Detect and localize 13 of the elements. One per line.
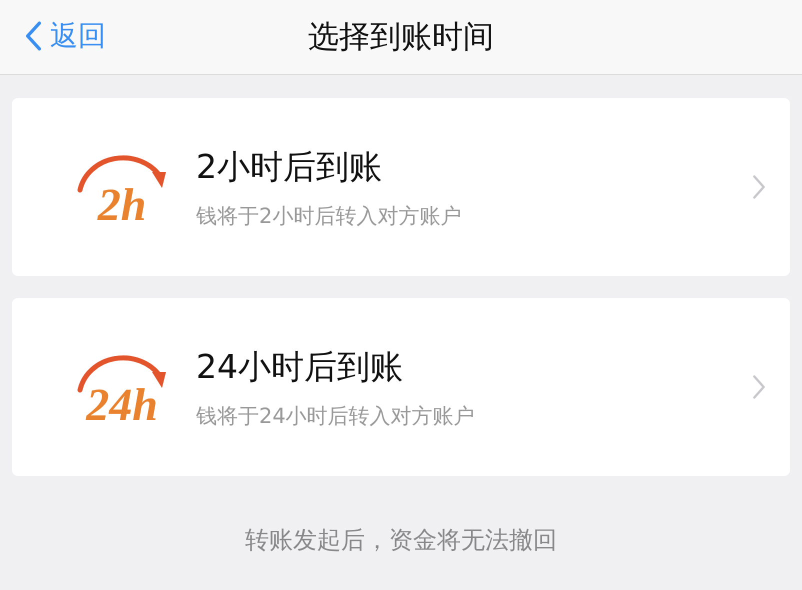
badge-text: 2h <box>98 182 146 228</box>
option-card[interactable]: 24h 24小时后到账 钱将于24小时后转入对方账户 <box>12 298 790 476</box>
back-chevron-icon <box>24 21 42 51</box>
footer-note: 转账发起后，资金将无法撤回 <box>245 525 557 556</box>
option-title: 2小时后到账 <box>196 146 383 188</box>
option-description: 钱将于24小时后转入对方账户 <box>196 402 476 430</box>
option-description: 钱将于2小时后转入对方账户 <box>196 202 462 230</box>
badge-text: 24h <box>86 382 158 428</box>
page-title: 选择到账时间 <box>308 18 494 57</box>
option-card[interactable]: 2h 2小时后到账 钱将于2小时后转入对方账户 <box>12 98 790 276</box>
option-title: 24小时后到账 <box>196 346 404 388</box>
chevron-right-icon <box>752 374 766 400</box>
chevron-right-icon <box>752 174 766 200</box>
